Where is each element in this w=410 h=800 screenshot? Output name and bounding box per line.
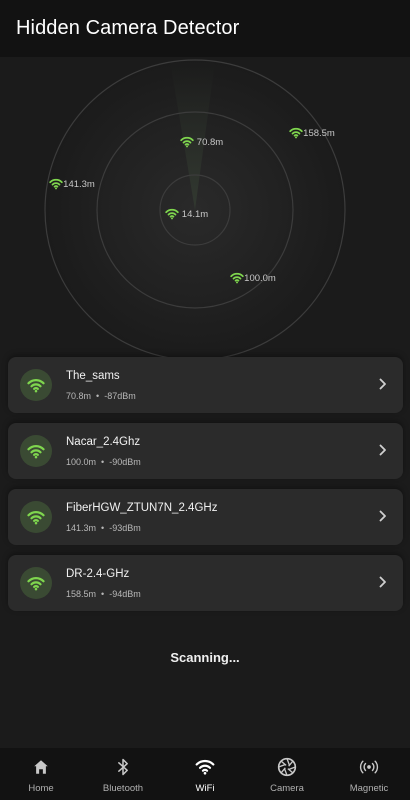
network-meta: 70.8m • -87dBm [66,391,136,401]
network-meta: 100.0m • -90dBm [66,457,141,467]
wifi-icon [27,510,45,524]
network-signal: -93dBm [109,523,141,533]
nav-label: Home [28,783,54,794]
wifi-badge [20,435,52,467]
network-ssid: FiberHGW_ZTUN7N_2.4GHz [66,502,218,514]
app-title: Hidden Camera Detector [16,17,240,39]
network-meta: 141.3m • -93dBm [66,523,141,533]
network-signal: -90dBm [109,457,141,467]
app-screen: Hidden Camera Detector 70.8m 158.5m 141.… [0,0,410,800]
meta-separator: • [101,523,105,533]
chevron-right-icon [379,444,386,456]
radar-view: 70.8m 158.5m 141.3m 14.1m 100.0m [0,57,410,357]
wifi-icon [180,136,194,148]
meta-separator: • [96,391,100,401]
wifi-icon [27,378,45,392]
camera-shutter-icon [277,757,297,777]
radar-node[interactable]: 100.0m [230,272,290,284]
nav-magnetic[interactable]: Magnetic [328,748,410,800]
network-item[interactable]: Nacar_2.4Ghz 100.0m • -90dBm [8,423,403,479]
network-distance: 100.0m [66,457,97,467]
wifi-icon [49,178,63,190]
network-item[interactable]: FiberHGW_ZTUN7N_2.4GHz 141.3m • -93dBm [8,489,403,545]
network-ssid: The_sams [66,370,120,382]
meta-separator: • [101,589,105,599]
chevron-right-icon [379,576,386,588]
home-icon [31,757,51,777]
network-distance: 141.3m [66,523,97,533]
bottom-navigation: Home Bluetooth WiFi Camera Magnetic [0,748,410,800]
meta-separator: • [101,457,105,467]
wifi-icon [195,757,215,777]
network-distance: 158.5m [66,589,97,599]
nav-home[interactable]: Home [0,748,82,800]
wifi-badge [20,369,52,401]
radar-rings [44,59,346,357]
network-meta: 158.5m • -94dBm [66,589,141,599]
wifi-icon [27,576,45,590]
wifi-icon [27,444,45,458]
bluetooth-icon [113,757,133,777]
network-signal: -94dBm [109,589,141,599]
network-ssid: Nacar_2.4Ghz [66,436,141,448]
network-item[interactable]: The_sams 70.8m • -87dBm [8,357,403,413]
nav-label: Camera [270,783,304,794]
nav-bluetooth[interactable]: Bluetooth [82,748,164,800]
network-item[interactable]: DR-2.4-GHz 158.5m • -94dBm [8,555,403,611]
wifi-badge [20,567,52,599]
nav-label: WiFi [195,783,215,794]
wifi-icon [165,208,179,220]
wifi-icon [230,272,244,284]
wifi-badge [20,501,52,533]
radar-node[interactable]: 141.3m [49,178,109,190]
scan-status: Scanning... [170,650,240,665]
wifi-icon [289,127,303,139]
magnetic-signal-icon [359,757,379,777]
network-distance: 70.8m [66,391,92,401]
chevron-right-icon [379,378,386,390]
app-bar: Hidden Camera Detector [0,0,410,57]
nav-label: Magnetic [349,783,389,794]
radar-node[interactable]: 14.1m [165,208,225,220]
radar-node[interactable]: 70.8m [180,136,240,148]
nav-wifi[interactable]: WiFi [164,748,246,800]
network-signal: -87dBm [104,391,136,401]
nav-label: Bluetooth [102,783,144,794]
nav-camera[interactable]: Camera [246,748,328,800]
network-ssid: DR-2.4-GHz [66,568,130,580]
chevron-right-icon [379,510,386,522]
radar-node[interactable]: 158.5m [289,127,349,139]
